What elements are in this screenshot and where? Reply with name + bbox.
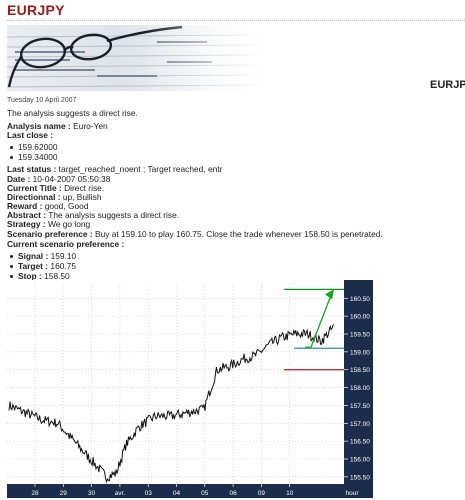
time-tick-label: 29 <box>60 490 68 497</box>
strategy-value: We go long <box>45 219 91 229</box>
instrument-symbol: EURJPY <box>430 79 465 91</box>
price-tick-label: 158.50 <box>350 367 370 374</box>
target-item: Target : 160.75 <box>7 261 76 271</box>
last-status-row: Last status : target_reached_noent ; Tar… <box>7 164 222 174</box>
price-axis-background <box>344 280 373 484</box>
time-tick-label: hour <box>345 490 359 497</box>
strategy-label: Strategy : <box>7 219 46 229</box>
price-tick-label: 159.50 <box>350 332 370 339</box>
analysis-summary: The analysis suggests a direct rise. <box>7 108 138 118</box>
scenario-row: Scenario preference : Buy at 159.10 to p… <box>7 229 383 239</box>
preference-list: Signal : 159.10 Target : 160.75 Stop : 1… <box>7 251 76 281</box>
price-tick-label: 157.50 <box>350 403 370 410</box>
last-close-label: Last close : <box>7 130 54 140</box>
price-tick-label: 155.50 <box>350 474 370 481</box>
price-axis: 155.50 156.00 156.50 157.00 157.50 158.00 158.… <box>344 280 373 484</box>
price-tick-label: 160.50 <box>350 296 370 303</box>
time-tick-label: 04 <box>173 490 181 497</box>
time-tick-label: 05 <box>201 490 209 497</box>
time-tick-label: 06 <box>229 490 237 497</box>
time-tick-label: 03 <box>145 490 153 497</box>
target-value: 160.75 <box>50 261 77 271</box>
time-axis: 28 29 30 avr. 03 04 05 06 09 10 hour <box>7 484 373 498</box>
price-tick-label: 156.00 <box>350 457 370 464</box>
strategy-row: Strategy : We go long <box>7 219 90 229</box>
time-tick-label: avr. <box>115 490 126 497</box>
price-tick-label: 159.00 <box>350 349 370 356</box>
newspaper-glasses-illustration <box>7 25 257 91</box>
last-status-value: target_reached_noent ; Target reached, e… <box>56 164 223 174</box>
signal-label: Signal : <box>18 251 49 261</box>
list-item: 159.62000 <box>7 142 58 152</box>
price-tick-label: 156.50 <box>350 439 370 446</box>
target-label: Target : <box>18 261 49 271</box>
current-preference-label: Current scenario preference : <box>7 239 125 249</box>
price-tick-label: 158.00 <box>350 385 370 392</box>
time-tick-label: 28 <box>31 490 39 497</box>
price-tick-label: 157.00 <box>350 421 370 428</box>
time-tick-label: 10 <box>286 490 294 497</box>
banner-image <box>7 25 257 91</box>
chart-background <box>7 280 373 498</box>
page-title: EURJPY <box>7 2 65 18</box>
publication-date: Tuesday 10 April 2007 <box>7 97 77 104</box>
time-tick-label: 09 <box>258 490 266 497</box>
last-close-list: 159.62000 159.34000 <box>7 142 58 162</box>
time-tick-label: 30 <box>88 490 96 497</box>
list-item: 159.34000 <box>7 152 58 162</box>
scenario-value: Buy at 159.10 to play 160.75. Close the … <box>92 229 383 239</box>
price-chart: 160Bar159.10158.50 155.50156.00156.50157… <box>7 280 373 498</box>
scenario-label: Scenario preference : <box>7 229 93 239</box>
signal-item: Signal : 159.10 <box>7 251 76 261</box>
price-tick-label: 160.00 <box>350 314 370 321</box>
title-divider <box>7 20 465 21</box>
signal-value: 159.10 <box>50 251 77 261</box>
last-status-label: Last status : <box>7 164 57 174</box>
analysis-name-value: Euro-Yen <box>70 121 108 131</box>
